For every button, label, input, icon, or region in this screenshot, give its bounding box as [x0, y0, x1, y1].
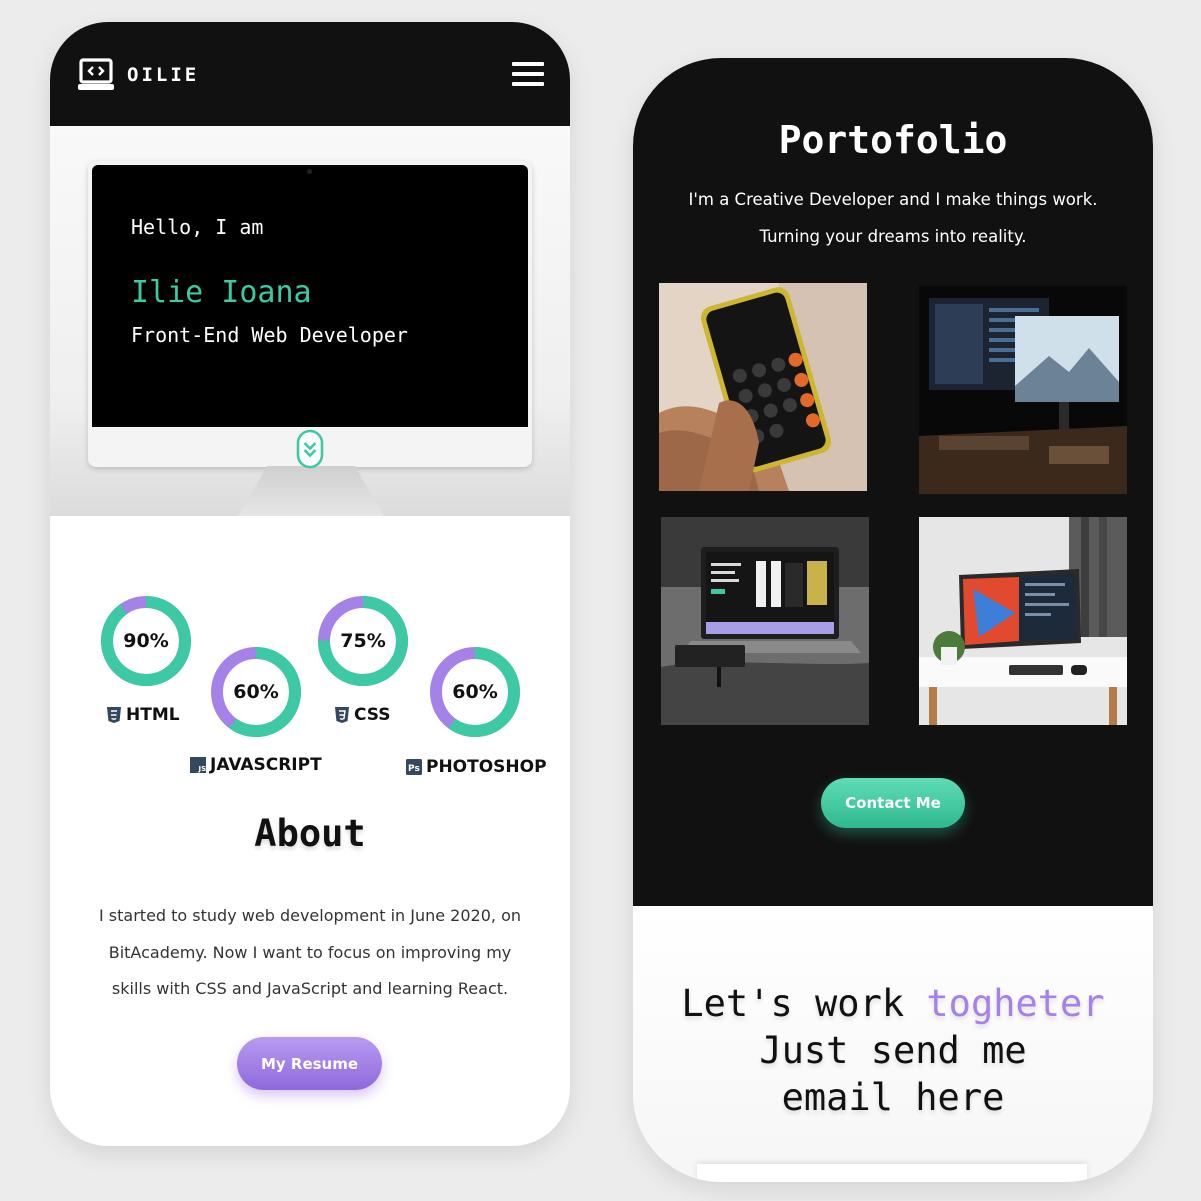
cta-line-2: Just send me — [759, 1029, 1027, 1072]
skill-name: PHOTOSHOP — [426, 757, 547, 777]
monitor-stand — [238, 466, 384, 516]
skills-section: 90% HTML 60% JS JAVASCRIPT 75% CSS 60% P… — [50, 582, 570, 782]
calculator-phone-photo — [659, 283, 867, 491]
skill-percent: 60% — [452, 681, 498, 703]
cta-accent-word: togheter — [926, 982, 1105, 1025]
skill-name: HTML — [126, 705, 180, 725]
laptop-website-photo — [661, 517, 869, 725]
white-desk-monitors-photo — [919, 517, 1127, 725]
cta-line-1: Let's work togheter — [633, 980, 1153, 1027]
phone-mockup-home: OILIE Hello, I am Ilie Ioana Front-End W… — [50, 22, 570, 1146]
phone-mockup-portfolio: Portofolio I'm a Creative Developer and … — [633, 58, 1153, 1182]
skill-percent: 75% — [340, 630, 386, 652]
cta-heading: Let's work togheter Just send me email h… — [633, 980, 1153, 1121]
skill-ring-html: 90% — [100, 595, 192, 687]
skill-label-javascript: JS JAVASCRIPT — [190, 755, 322, 775]
skill-name: CSS — [354, 705, 391, 725]
hero-name: Ilie Ioana — [131, 275, 312, 310]
project-tile-laptop-website-photo[interactable] — [661, 517, 869, 725]
skill-ring-photoshop: 60% — [429, 646, 521, 738]
brand-name: OILIE — [127, 64, 200, 86]
hamburger-menu-icon[interactable] — [512, 62, 546, 88]
subtitle-line: Turning your dreams into reality. — [759, 226, 1027, 246]
about-paragraph: I started to study web development in Ju… — [86, 898, 534, 1008]
project-tile-dark-desk-monitor-photo[interactable] — [919, 286, 1127, 494]
hero-section: Hello, I am Ilie Ioana Front-End Web Dev… — [50, 126, 570, 516]
laptop-code-icon — [78, 58, 114, 90]
double-chevron-down-icon[interactable] — [296, 429, 324, 469]
project-tile-calculator-phone-photo[interactable] — [659, 283, 867, 491]
portfolio-section: Portofolio I'm a Creative Developer and … — [633, 58, 1153, 906]
webcam-dot — [307, 169, 312, 174]
monitor-screen: Hello, I am Ilie Ioana Front-End Web Dev… — [92, 165, 528, 427]
portfolio-title: Portofolio — [778, 118, 1008, 162]
about-line: I started to study web development in Ju… — [99, 906, 521, 925]
skill-percent: 60% — [233, 681, 279, 703]
my-resume-button[interactable]: My Resume — [237, 1037, 382, 1090]
skill-name: JAVASCRIPT — [210, 755, 322, 775]
brand-logo[interactable]: OILIE — [78, 58, 199, 92]
svg-text:Ps: Ps — [408, 764, 420, 774]
html5-icon — [107, 707, 121, 723]
css3-icon — [335, 707, 349, 723]
javascript-icon: JS — [190, 757, 206, 773]
monitor-frame: Hello, I am Ilie Ioana Front-End Web Dev… — [88, 161, 532, 467]
subtitle-line: I'm a Creative Developer and I make thin… — [688, 190, 1098, 209]
portfolio-subtitle: I'm a Creative Developer and I make thin… — [653, 182, 1133, 255]
about-title: About — [254, 812, 366, 855]
about-line: BitAcademy. Now I want to focus on impro… — [108, 942, 512, 962]
skill-label-photoshop: Ps PHOTOSHOP — [406, 757, 547, 777]
hero-greeting: Hello, I am — [131, 215, 264, 239]
photoshop-icon: Ps — [406, 759, 422, 775]
skill-percent: 90% — [123, 630, 169, 652]
svg-text:JS: JS — [198, 765, 207, 773]
contact-form-card — [697, 1164, 1087, 1182]
skill-ring-javascript: 60% — [210, 646, 302, 738]
skill-label-css: CSS — [334, 705, 391, 725]
skill-ring-css: 75% — [317, 595, 409, 687]
top-navbar: OILIE — [50, 22, 570, 126]
about-line: skills with CSS and JavaScript and learn… — [111, 979, 509, 998]
dark-desk-monitor-photo — [919, 286, 1127, 494]
cta-line-1-start: Let's work — [681, 982, 927, 1025]
contact-me-button[interactable]: Contact Me — [821, 778, 965, 828]
cta-line-3: email here — [781, 1076, 1005, 1119]
contact-cta-section: Let's work togheter Just send me email h… — [633, 906, 1153, 1182]
hero-role: Front-End Web Developer — [131, 323, 408, 347]
skill-label-html: HTML — [106, 705, 180, 725]
project-tile-white-desk-monitors-photo[interactable] — [919, 517, 1127, 725]
